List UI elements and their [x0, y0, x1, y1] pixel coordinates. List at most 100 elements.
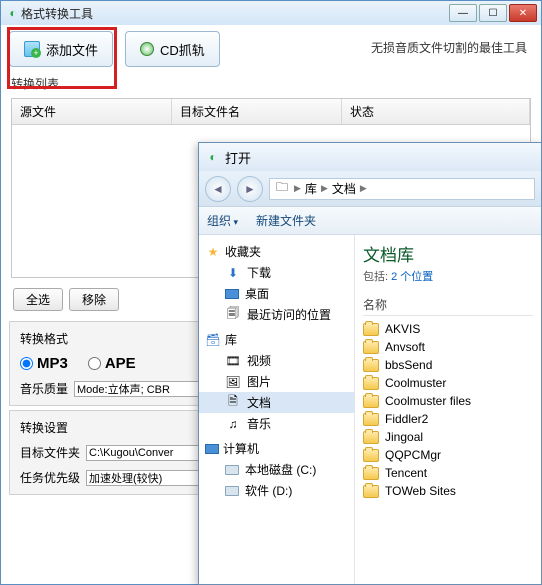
col-source[interactable]: 源文件: [12, 99, 172, 124]
add-file-button[interactable]: 添加文件: [9, 31, 113, 67]
file-name: Coolmuster files: [385, 394, 471, 408]
radio-mp3[interactable]: MP3: [20, 355, 68, 372]
picture-icon: 🖼: [225, 374, 241, 390]
library-title: 文档库: [363, 241, 533, 266]
file-item[interactable]: QQPCMgr: [363, 446, 533, 464]
open-dialog: ◐ 打开 ◄ ► 🗀 ▶ 库 ▶ 文档 ▶ 组织 新建文件夹 ★收藏夹 ⬇下载 …: [198, 142, 542, 585]
bc-root[interactable]: 库: [305, 180, 317, 197]
window-title: 格式转换工具: [21, 5, 447, 22]
quality-label: 音乐质量: [20, 380, 68, 397]
folder-icon: [363, 341, 379, 354]
target-label: 目标文件夹: [20, 444, 80, 461]
file-item[interactable]: Anvsoft: [363, 338, 533, 356]
cd-rip-button[interactable]: CD抓轨: [125, 31, 220, 67]
tagline-text: 无损音质文件切割的最佳工具: [371, 39, 527, 56]
music-icon: ♫: [225, 416, 241, 432]
chevron-icon: ▶: [294, 183, 301, 194]
chevron-icon: ▶: [321, 183, 328, 194]
download-icon: ⬇: [225, 265, 241, 281]
col-target[interactable]: 目标文件名: [172, 99, 342, 124]
nav-fwd-button[interactable]: ►: [237, 176, 263, 202]
file-item[interactable]: AKVIS: [363, 320, 533, 338]
dialog-body: ★收藏夹 ⬇下载 桌面 🗐最近访问的位置 🗃库 🎞视频 🖼图片 🗎文档 ♫音乐 …: [199, 235, 541, 584]
col-status[interactable]: 状态: [342, 99, 530, 124]
tree-favorites[interactable]: ★收藏夹: [199, 241, 354, 262]
tree-downloads[interactable]: ⬇下载: [199, 262, 354, 283]
file-name: Tencent: [385, 466, 427, 480]
video-icon: 🎞: [225, 353, 241, 369]
library-subtitle: 包括: 2 个位置: [363, 268, 533, 284]
folder-icon: [363, 485, 379, 498]
locations-link[interactable]: 2 个位置: [391, 271, 433, 283]
file-item[interactable]: Coolmuster files: [363, 392, 533, 410]
folder-icon: [363, 323, 379, 336]
folder-icon: [363, 395, 379, 408]
file-name: Fiddler2: [385, 412, 428, 426]
bc-current[interactable]: 文档: [332, 180, 356, 197]
tree-videos[interactable]: 🎞视频: [199, 350, 354, 371]
tree-pictures[interactable]: 🖼图片: [199, 371, 354, 392]
col-name-header[interactable]: 名称: [363, 294, 533, 316]
tree-recent[interactable]: 🗐最近访问的位置: [199, 304, 354, 325]
radio-mp3-input[interactable]: [20, 357, 33, 370]
app-icon: ◐: [5, 5, 21, 21]
folder-icon: [363, 413, 379, 426]
file-item[interactable]: Fiddler2: [363, 410, 533, 428]
file-item[interactable]: TOWeb Sites: [363, 482, 533, 500]
folder-icon: [363, 449, 379, 462]
folder-icon: 🗀: [274, 181, 290, 197]
add-file-label: 添加文件: [46, 40, 98, 59]
remove-button[interactable]: 移除: [69, 288, 119, 311]
tree-local-c[interactable]: 本地磁盘 (C:): [199, 459, 354, 480]
file-name: TOWeb Sites: [385, 484, 456, 498]
folder-icon: [363, 359, 379, 372]
file-name: Anvsoft: [385, 340, 425, 354]
dialog-titlebar: ◐ 打开: [199, 143, 541, 171]
recent-icon: 🗐: [225, 307, 241, 323]
radio-ape-input[interactable]: [88, 357, 101, 370]
file-item[interactable]: bbsSend: [363, 356, 533, 374]
breadcrumb[interactable]: 🗀 ▶ 库 ▶ 文档 ▶: [269, 178, 535, 200]
select-all-button[interactable]: 全选: [13, 288, 63, 311]
tree-documents[interactable]: 🗎文档: [199, 392, 354, 413]
file-name: QQPCMgr: [385, 448, 441, 462]
tree-computer[interactable]: 计算机: [199, 438, 354, 459]
folder-icon: [363, 467, 379, 480]
library-icon: 🗃: [205, 332, 221, 348]
file-pane: 文档库 包括: 2 个位置 名称 AKVIS Anvsoft bbsSend Cool…: [355, 235, 541, 584]
file-item[interactable]: Coolmuster: [363, 374, 533, 392]
new-folder-button[interactable]: 新建文件夹: [256, 212, 316, 229]
folder-icon: [363, 377, 379, 390]
cd-rip-label: CD抓轨: [160, 40, 205, 59]
file-item[interactable]: Jingoal: [363, 428, 533, 446]
file-name: Coolmuster: [385, 376, 446, 390]
tree-soft-d[interactable]: 软件 (D:): [199, 480, 354, 501]
organize-button[interactable]: 组织: [207, 212, 238, 229]
chevron-icon: ▶: [360, 183, 367, 194]
radio-ape[interactable]: APE: [88, 355, 136, 372]
document-icon: 🗎: [225, 395, 241, 411]
star-icon: ★: [205, 244, 221, 260]
file-item[interactable]: Tencent: [363, 464, 533, 482]
file-list: AKVIS Anvsoft bbsSend Coolmuster Coolmuster …: [363, 320, 533, 500]
computer-icon: [205, 444, 219, 454]
file-name: Jingoal: [385, 430, 423, 444]
list-header: 源文件 目标文件名 状态: [12, 99, 530, 125]
file-name: bbsSend: [385, 358, 432, 372]
tree-desktop[interactable]: 桌面: [199, 283, 354, 304]
disk-icon: [225, 465, 239, 475]
maximize-button[interactable]: ☐: [479, 4, 507, 22]
dialog-title: 打开: [221, 148, 535, 167]
folder-icon: [363, 431, 379, 444]
disk-icon: [225, 486, 239, 496]
dialog-toolbar: 组织 新建文件夹: [199, 207, 541, 235]
minimize-button[interactable]: —: [449, 4, 477, 22]
close-button[interactable]: ✕: [509, 4, 537, 22]
file-name: AKVIS: [385, 322, 420, 336]
tree-music[interactable]: ♫音乐: [199, 413, 354, 434]
cd-icon: [140, 42, 154, 56]
tree-library[interactable]: 🗃库: [199, 329, 354, 350]
dialog-nav: ◄ ► 🗀 ▶ 库 ▶ 文档 ▶: [199, 171, 541, 207]
list-label: 转换列表: [1, 73, 541, 94]
nav-back-button[interactable]: ◄: [205, 176, 231, 202]
